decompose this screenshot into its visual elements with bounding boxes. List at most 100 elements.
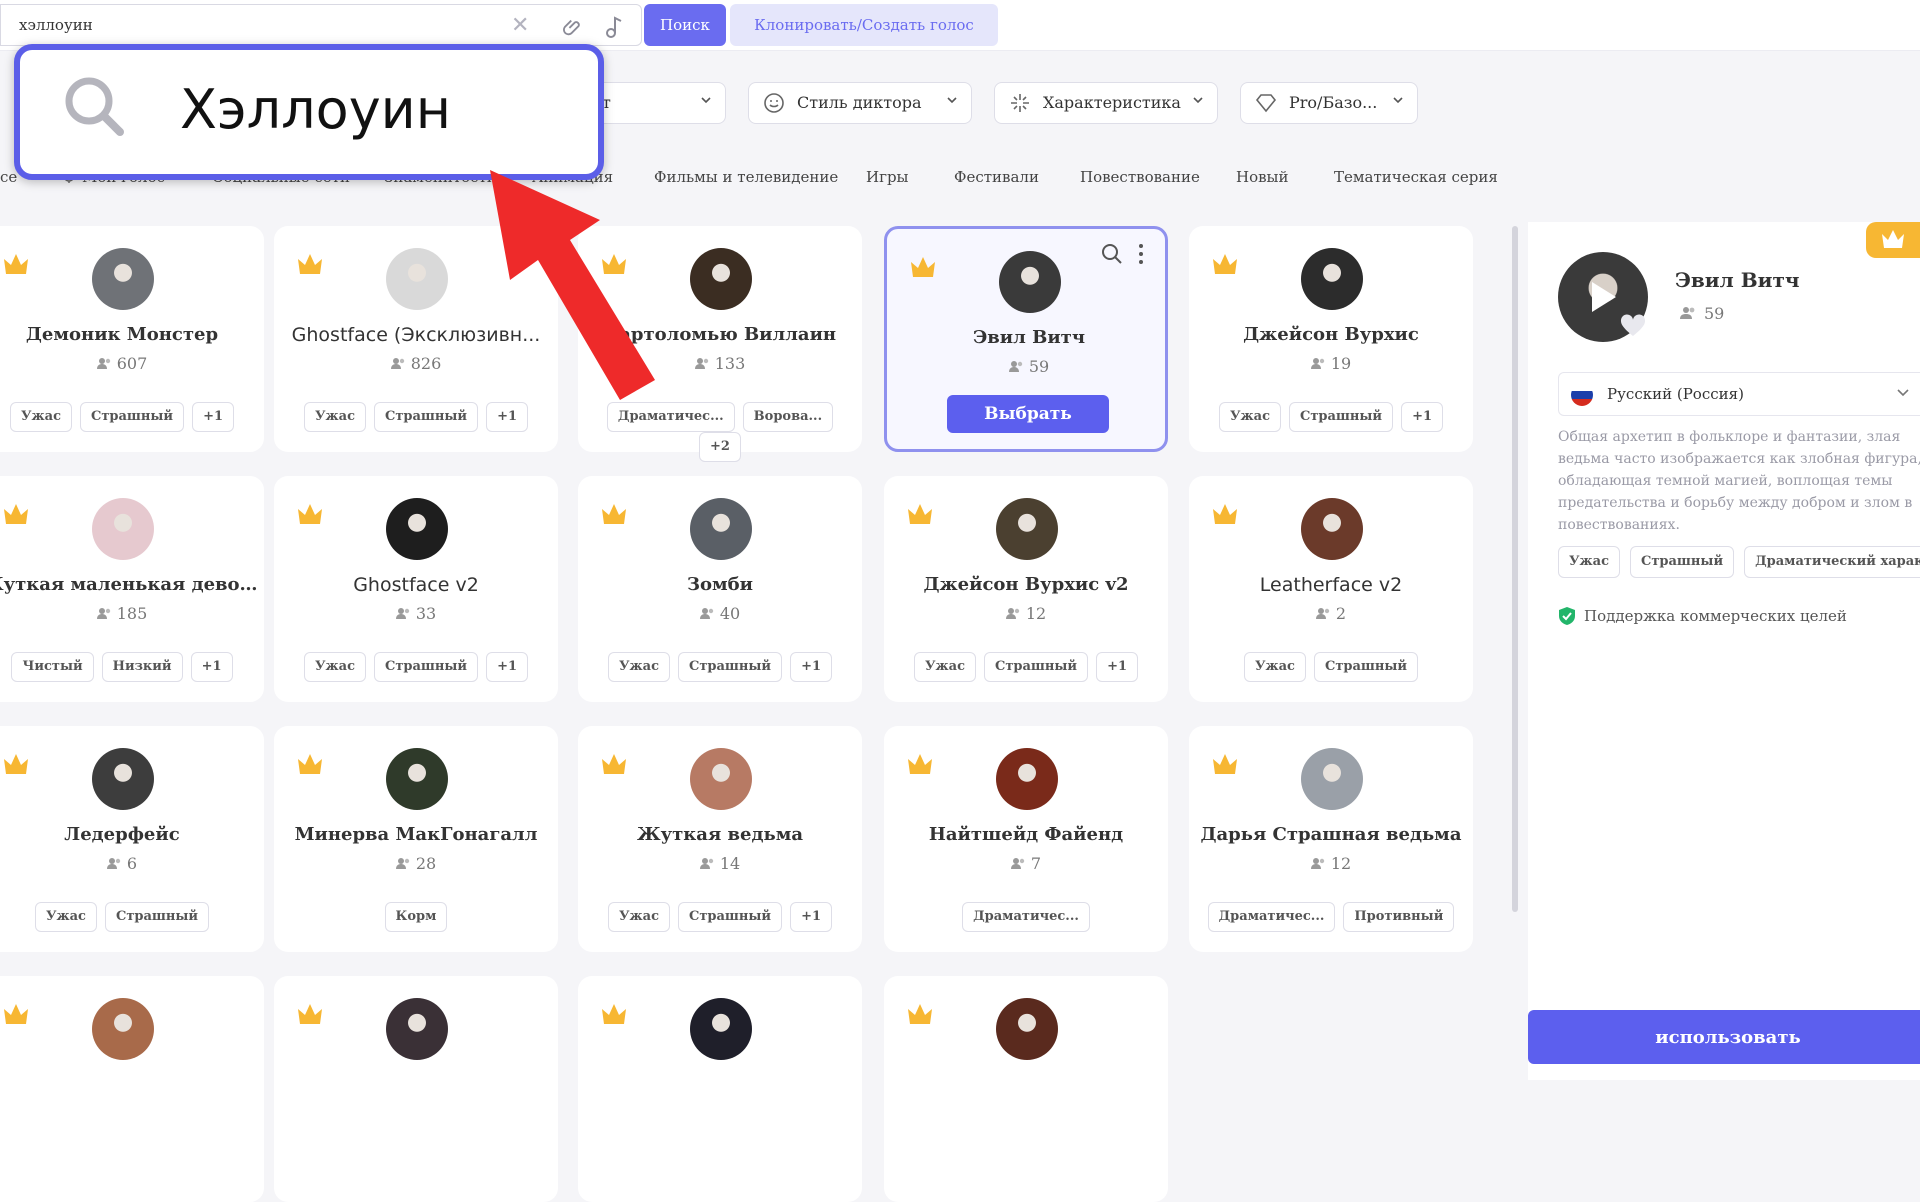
tab-thematic-series[interactable]: Тематическая серия <box>1334 168 1498 186</box>
tag: Страшный <box>983 652 1089 682</box>
usage-count: 7 <box>884 854 1168 873</box>
avatar[interactable] <box>1301 748 1363 810</box>
usage-count: 12 <box>1189 854 1473 873</box>
avatar[interactable] <box>92 748 154 810</box>
tab-festivals[interactable]: Фестивали <box>954 168 1039 186</box>
count-value: 28 <box>415 854 437 873</box>
voice-card[interactable]: Дарья Страшная ведьма 12 Драматичес... Прот… <box>1189 726 1473 952</box>
clone-voice-button[interactable]: Клонировать/Создать голос <box>730 4 998 46</box>
voice-card[interactable]: Найтшейд Файенд 7 Драматичес... <box>884 726 1168 952</box>
search-button[interactable]: Поиск <box>644 4 726 46</box>
voice-name: Ghostface v2 <box>353 574 479 596</box>
tag-row: Ужас Страшный +1 <box>0 402 264 432</box>
avatar[interactable] <box>996 748 1058 810</box>
music-note-icon[interactable] <box>605 15 625 39</box>
voice-card[interactable] <box>884 976 1168 1202</box>
tag: Ужас <box>1243 652 1306 682</box>
clear-icon[interactable]: ✕ <box>511 13 529 38</box>
tag-row: Драматичес... Ворова...+2 <box>578 402 862 462</box>
tab-new[interactable]: Новый <box>1236 168 1289 186</box>
heart-icon[interactable] <box>1620 314 1646 338</box>
tag: +1 <box>1096 652 1139 682</box>
search-box[interactable]: хэллоуин ✕ <box>0 4 642 46</box>
avatar[interactable] <box>690 998 752 1060</box>
tag: Страшный <box>1630 546 1735 578</box>
voice-card[interactable]: Джейсон Вурхис 19 Ужас Страшный +1 <box>1189 226 1473 452</box>
attachment-icon[interactable] <box>563 16 585 38</box>
usage-count: 28 <box>274 854 558 873</box>
tag: Ужас <box>34 902 97 932</box>
use-button[interactable]: использовать <box>1528 1010 1920 1064</box>
scrollbar[interactable] <box>1512 226 1518 912</box>
usage-count: 2 <box>1189 604 1473 623</box>
voice-description: Общая архетип в фольклоре и фантазии, зл… <box>1558 429 1920 533</box>
count-value: 185 <box>116 604 148 623</box>
language-select[interactable]: Русский (Россия) <box>1558 372 1920 416</box>
voice-card[interactable] <box>274 976 558 1202</box>
voice-card[interactable]: Эвил Витч 59 Выбрать <box>884 226 1168 452</box>
crown-icon <box>298 754 322 774</box>
voice-card[interactable]: Ледерфейс 6 Ужас Страшный <box>0 726 264 952</box>
tag: Ужас <box>607 902 670 932</box>
tag: Корм <box>384 902 448 932</box>
panel-voice-name: Эвил Витч <box>1675 268 1800 292</box>
filter-label: Pro/Базо... <box>1289 93 1378 112</box>
voice-detail-panel: Эвил Витч 59 Русский (Россия) Общая архе… <box>1528 222 1920 1080</box>
tab-narration[interactable]: Повествование <box>1080 168 1200 186</box>
tab-all[interactable]: се <box>0 168 17 186</box>
crown-icon <box>602 1004 626 1024</box>
search-icon[interactable] <box>1101 243 1123 265</box>
avatar[interactable] <box>386 998 448 1060</box>
users-icon <box>694 358 708 369</box>
voice-card[interactable]: Жуткая маленькая девочка 185 ЧистыйНизкий+… <box>0 476 264 702</box>
pro-basic-dropdown[interactable]: Pro/Базо... <box>1240 82 1418 124</box>
voice-card[interactable] <box>0 976 264 1202</box>
usage-count: 185 <box>0 604 264 623</box>
tag: Страшный <box>79 402 185 432</box>
avatar[interactable] <box>999 251 1061 313</box>
search-input[interactable]: хэллоуин <box>19 16 93 34</box>
voice-card[interactable]: Демоник Монстер 607 Ужас Страшный +1 <box>0 226 264 452</box>
count-value: 607 <box>116 354 148 373</box>
select-button[interactable]: Выбрать <box>947 395 1109 433</box>
avatar[interactable] <box>1558 252 1648 342</box>
users-icon <box>699 608 714 619</box>
tag: Ужас <box>1558 546 1621 578</box>
voice-card[interactable]: Ghostface v2 33 Ужас Страшный +1 <box>274 476 558 702</box>
voice-card[interactable]: Жуткая ведьма 14 Ужас Страшный +1 <box>578 726 862 952</box>
tag: Страшный <box>373 402 479 432</box>
avatar[interactable] <box>1301 248 1363 310</box>
tag-row: Ужас Страшный <box>0 902 264 932</box>
tab-movies-tv[interactable]: Фильмы и телевидение <box>654 168 838 186</box>
characteristic-dropdown[interactable]: Характеристика <box>994 82 1218 124</box>
avatar[interactable] <box>92 498 154 560</box>
play-icon[interactable] <box>1588 280 1618 314</box>
avatar[interactable] <box>996 498 1058 560</box>
voice-card[interactable] <box>578 976 862 1202</box>
shield-check-icon <box>1559 607 1575 625</box>
voice-card[interactable]: Зомби 40 Ужас Страшный +1 <box>578 476 862 702</box>
voice-card[interactable]: Джейсон Вурхис v2 12 Ужас Страшный +1 <box>884 476 1168 702</box>
tag-row: Драматичес... <box>884 902 1168 932</box>
avatar[interactable] <box>386 248 448 310</box>
avatar[interactable] <box>386 748 448 810</box>
speaker-style-dropdown[interactable]: Стиль диктора <box>748 82 972 124</box>
avatar[interactable] <box>690 248 752 310</box>
tag: +1 <box>486 652 529 682</box>
avatar[interactable] <box>1301 498 1363 560</box>
tab-games[interactable]: Игры <box>866 168 908 186</box>
tag: Драматичес... <box>962 902 1090 932</box>
tag: Низкий <box>101 652 183 682</box>
panel-tags: Ужас Страшный Драматический характер <box>1558 546 1920 578</box>
voice-card[interactable]: Минерва МакГонагалл 28 Корм <box>274 726 558 952</box>
avatar[interactable] <box>690 498 752 560</box>
avatar[interactable] <box>92 998 154 1060</box>
avatar[interactable] <box>690 748 752 810</box>
tag-row: Ужас Страшный +1 <box>274 652 558 682</box>
more-options-icon[interactable] <box>1137 243 1145 265</box>
avatar[interactable] <box>92 248 154 310</box>
voice-card[interactable]: Leatherface v2 2 Ужас Страшный <box>1189 476 1473 702</box>
avatar[interactable] <box>386 498 448 560</box>
avatar[interactable] <box>996 998 1058 1060</box>
count-value: 7 <box>1030 854 1042 873</box>
